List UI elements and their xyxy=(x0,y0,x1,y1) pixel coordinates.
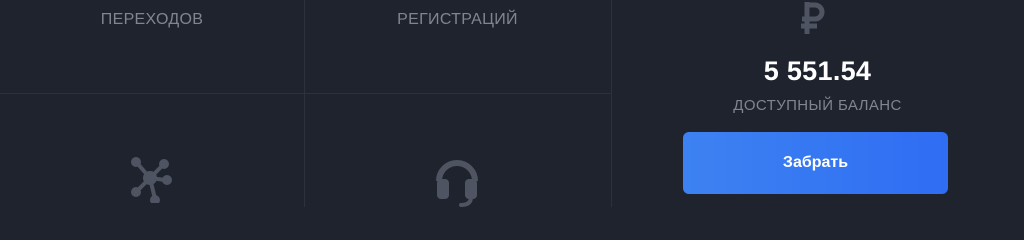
column-divider-1 xyxy=(304,0,305,207)
stats-panel: ПЕРЕХОДОВ РЕГИСТРАЦИЙ 5 551.54 ДОСТУПНЫЙ… xyxy=(0,0,1024,207)
ruble-icon xyxy=(795,0,835,38)
row-divider xyxy=(0,93,611,94)
network-icon xyxy=(125,153,175,203)
withdraw-button[interactable]: Забрать xyxy=(683,132,948,194)
balance-caption: ДОСТУПНЫЙ БАЛАНС xyxy=(733,97,902,114)
balance-value: 5 551.54 xyxy=(763,56,872,86)
headset-icon xyxy=(433,151,481,207)
clicks-label: ПЕРЕХОДОВ xyxy=(100,11,204,28)
registrations-label: РЕГИСТРАЦИЙ xyxy=(397,11,518,28)
